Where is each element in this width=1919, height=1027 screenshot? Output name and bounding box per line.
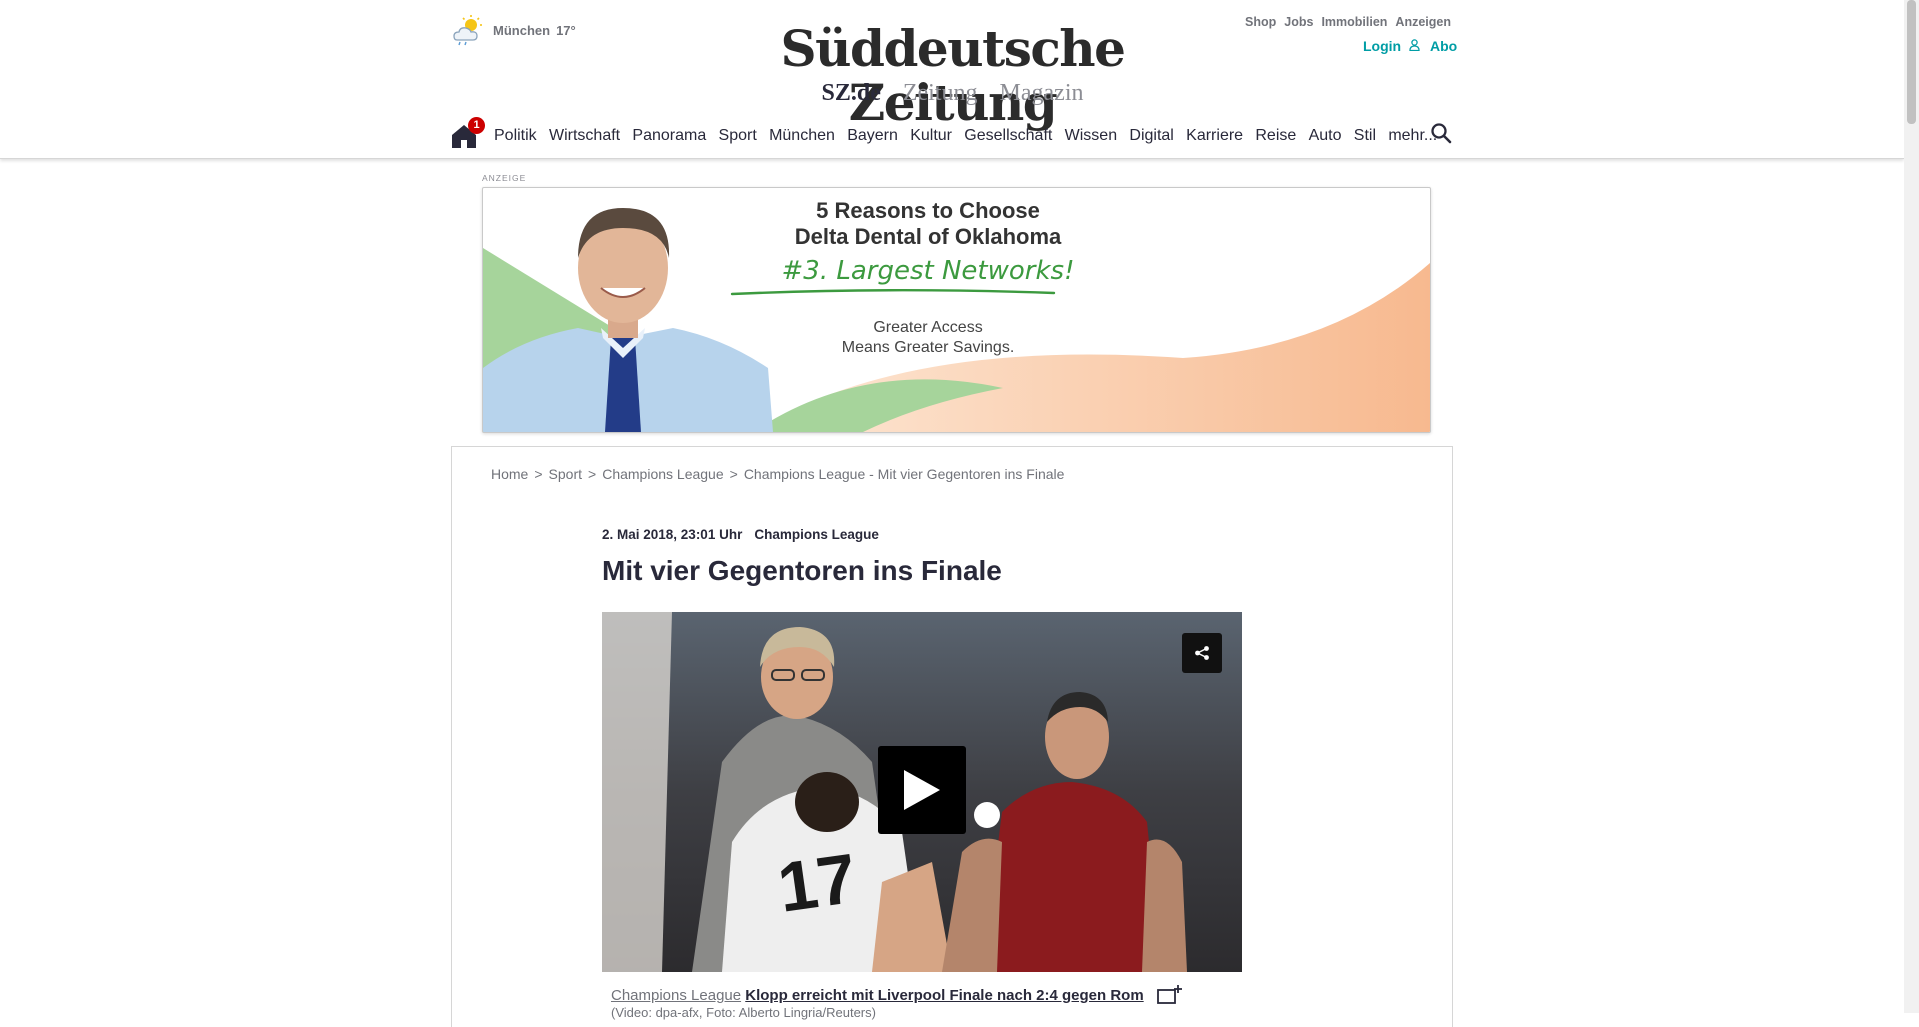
article-meta: 2. Mai 2018, 23:01 Uhr Champions League — [602, 527, 879, 542]
main-nav: 1 Politik Wirtschaft Panorama Sport Münc… — [450, 117, 1450, 154]
login-link[interactable]: Login — [1363, 38, 1420, 54]
ad-banner[interactable]: 5 Reasons to Choose Delta Dental of Okla… — [482, 187, 1431, 433]
breadcrumb-current: Champions League - Mit vier Gegentoren i… — [743, 466, 1065, 482]
login-label: Login — [1363, 38, 1402, 54]
weather-widget[interactable]: München 17° — [451, 14, 576, 46]
nav-item-panorama[interactable]: Panorama — [632, 127, 706, 145]
breadcrumb: Home > Sport > Champions League > Champi… — [491, 466, 1064, 482]
ad-subtext: Greater Access Means Greater Savings. — [723, 318, 1133, 358]
notification-badge: 1 — [468, 117, 485, 134]
sublink-magazin[interactable]: Magazin — [1000, 78, 1084, 108]
nav-item-kultur[interactable]: Kultur — [910, 127, 952, 145]
nav-item-auto[interactable]: Auto — [1309, 127, 1342, 145]
link-anzeigen[interactable]: Anzeigen — [1395, 15, 1451, 29]
nav-item-wirtschaft[interactable]: Wirtschaft — [549, 127, 620, 145]
play-button[interactable] — [878, 746, 966, 834]
nav-item-bayern[interactable]: Bayern — [847, 127, 898, 145]
ad-sub-line1: Greater Access — [873, 319, 983, 336]
nav-item-gesellschaft[interactable]: Gesellschaft — [964, 127, 1052, 145]
svg-text:17: 17 — [773, 839, 861, 927]
nav-item-stil[interactable]: Stil — [1354, 127, 1376, 145]
scrollbar-track[interactable] — [1904, 0, 1919, 1013]
nav-item-digital[interactable]: Digital — [1129, 127, 1173, 145]
link-jobs[interactable]: Jobs — [1284, 15, 1313, 29]
breadcrumb-separator: > — [534, 466, 543, 482]
sublink-zeitung[interactable]: Zeitung — [903, 78, 978, 108]
breadcrumb-sport[interactable]: Sport — [549, 466, 582, 482]
ad-sub-line2: Means Greater Savings. — [841, 339, 1015, 356]
breadcrumb-separator: > — [588, 466, 597, 482]
sun-cloud-icon — [453, 15, 482, 46]
caption-link[interactable]: Klopp erreicht mit Liverpool Finale nach… — [745, 987, 1143, 1004]
share-icon — [1195, 646, 1209, 660]
link-immobilien[interactable]: Immobilien — [1321, 15, 1387, 29]
home-button[interactable]: 1 — [450, 117, 485, 150]
ad-highlight: #3. Largest Networks! — [781, 256, 1075, 286]
video-caption: Champions League Klopp erreicht mit Live… — [611, 987, 1144, 1004]
ad-headline: 5 Reasons to Choose Delta Dental of Okla… — [723, 198, 1133, 250]
ad-label: ANZEIGE — [482, 173, 527, 183]
ad-title-line2: Delta Dental of Oklahoma — [794, 224, 1062, 249]
ad-title-line1: 5 Reasons to Choose — [816, 198, 1040, 223]
play-icon — [904, 770, 940, 810]
nav-item-karriere[interactable]: Karriere — [1186, 127, 1243, 145]
nav-item-reise[interactable]: Reise — [1255, 127, 1296, 145]
nav-item-wissen[interactable]: Wissen — [1065, 127, 1117, 145]
weather-city: München — [493, 22, 551, 38]
breadcrumb-home[interactable]: Home — [491, 466, 528, 482]
nav-item-sport[interactable]: Sport — [719, 127, 757, 145]
site-logo[interactable]: Süddeutsche Zeitung — [700, 22, 1205, 130]
account-links: Login Abo — [1363, 38, 1457, 54]
share-button[interactable] — [1182, 633, 1222, 673]
breadcrumb-separator: > — [729, 466, 738, 482]
nav-item-muenchen[interactable]: München — [769, 127, 835, 145]
sublink-szde[interactable]: SZ.de — [822, 78, 881, 108]
search-icon[interactable] — [1430, 122, 1452, 144]
sub-brand-links: SZ.de Zeitung Magazin — [700, 78, 1205, 108]
link-shop[interactable]: Shop — [1245, 15, 1276, 29]
abo-link[interactable]: Abo — [1430, 38, 1457, 54]
breadcrumb-champions-league[interactable]: Champions League — [602, 466, 723, 482]
ad-underline-stroke — [730, 289, 1056, 296]
scrollbar-thumb[interactable] — [1907, 0, 1916, 124]
article-date: 2. Mai 2018, 23:01 Uhr — [602, 527, 743, 542]
article-category: Champions League — [754, 527, 879, 542]
caption-category[interactable]: Champions League — [611, 987, 741, 1004]
user-icon — [1409, 39, 1420, 51]
service-links: Shop Jobs Immobilien Anzeigen — [1245, 15, 1451, 29]
weather-temp: 17° — [556, 22, 576, 38]
article-headline: Mit vier Gegentoren ins Finale — [602, 555, 1002, 586]
nav-item-politik[interactable]: Politik — [494, 127, 537, 145]
add-to-playlist-icon[interactable] — [1157, 984, 1183, 1006]
